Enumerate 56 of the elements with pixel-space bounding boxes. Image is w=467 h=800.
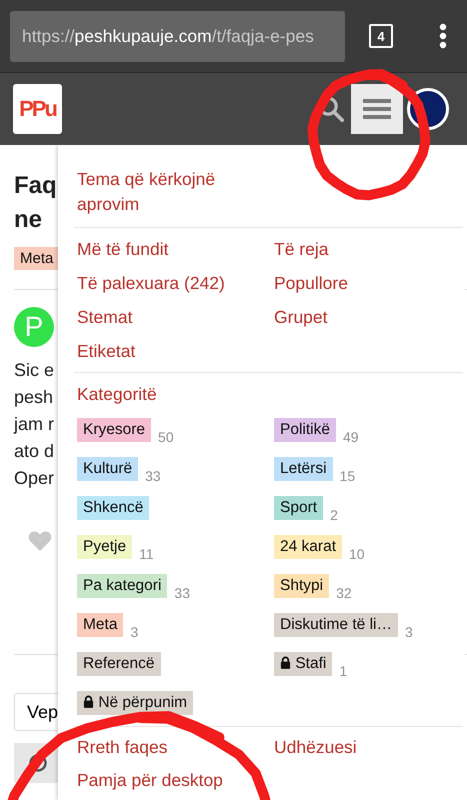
post-text: Oper (14, 467, 54, 490)
site-logo[interactable]: PPu (13, 84, 62, 134)
topic-count: 50 (158, 429, 174, 447)
topic-count: 1 (339, 663, 348, 681)
category-tag[interactable]: Sport (274, 496, 324, 520)
topic-title: ne (14, 205, 44, 235)
menu-link[interactable]: Udhëzuesi (274, 731, 465, 764)
overflow-menu-icon[interactable] (439, 23, 447, 49)
topic-count: 11 (139, 546, 154, 564)
category-tag[interactable]: Në përpunim (77, 691, 194, 715)
menu-button[interactable] (351, 84, 403, 134)
menu-link[interactable]: Stemat (77, 300, 274, 334)
menu-link[interactable]: Etiketat (77, 334, 274, 368)
topic-count: 15 (340, 468, 356, 486)
address-bar[interactable]: https://peshkupauje.com/t/faqja-e-pes (10, 10, 345, 62)
category-tag[interactable]: Meta (77, 613, 124, 637)
menu-link[interactable]: Tema që kërkojnë aprovim (77, 167, 247, 223)
topic-count: 10 (349, 546, 365, 564)
category-tag[interactable]: Letërsi (274, 457, 333, 481)
post-text: pesh (14, 386, 54, 409)
menu-link[interactable]: Pamja për desktop (77, 764, 274, 797)
category-tag[interactable]: Referencë (77, 652, 161, 676)
section-heading[interactable]: Kategoritë (77, 377, 465, 411)
topic-title: Faq (14, 171, 57, 201)
category-tag[interactable]: Kryesore (77, 418, 152, 442)
category-tag[interactable]: Kulturë (77, 457, 138, 481)
category-tag[interactable]: 24 karat (274, 535, 342, 559)
topic-count: 3 (130, 624, 138, 642)
lock-icon (83, 695, 94, 708)
topic-count: 49 (342, 429, 359, 447)
clock-icon (28, 753, 48, 773)
menu-icon[interactable] (363, 98, 391, 120)
topic-count: 33 (174, 585, 190, 603)
tab-switcher-button[interactable]: 4 (369, 24, 393, 48)
menu-link[interactable]: Të reja (274, 232, 465, 266)
category-tag[interactable]: Stafi (274, 652, 332, 676)
post-text: jam r (14, 413, 54, 436)
topic-count: 32 (336, 585, 352, 603)
topic-count: 2 (330, 507, 338, 525)
topic-count: 3 (404, 624, 413, 642)
category-tag[interactable]: Shtypi (274, 574, 330, 598)
category-tag[interactable]: Diskutime të li… (274, 613, 398, 637)
category-tag[interactable]: Politikë (274, 418, 336, 442)
lock-icon (280, 656, 291, 669)
menu-link[interactable]: Rreth faqes (77, 731, 274, 764)
menu-link[interactable]: Më të fundit (77, 232, 274, 266)
menu-link[interactable]: Të palexuara (242) (77, 266, 274, 300)
menu-link[interactable]: Grupet (274, 300, 465, 334)
category-tag[interactable]: Shkencë (77, 496, 150, 520)
post-text: Sic e (14, 359, 54, 382)
category-tag[interactable]: Pa kategori (77, 574, 168, 598)
menu-link[interactable]: Popullore (274, 266, 465, 300)
topic-count: 33 (145, 468, 161, 486)
category-tag[interactable]: Pyetje (77, 535, 132, 559)
category-tag[interactable]: Meta (14, 247, 60, 270)
post-text: ato d (14, 440, 54, 463)
